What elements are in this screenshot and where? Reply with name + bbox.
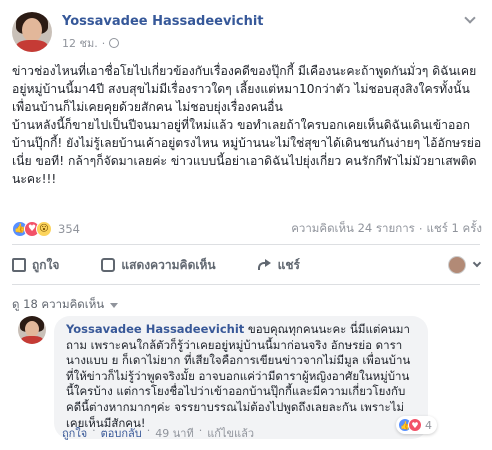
share-icon (257, 258, 272, 272)
post-actions: ถูกใจ แสดงความคิดเห็น แชร์ (12, 250, 482, 280)
comments-count[interactable]: ความคิดเห็น 24 รายการ (291, 220, 415, 238)
share-button[interactable]: แชร์ (257, 256, 300, 275)
comment-icon (101, 258, 116, 272)
share-label: แชร์ (277, 257, 300, 272)
globe-icon (109, 38, 120, 48)
reaction-icons[interactable]: 👍 ♥ 😮 (12, 221, 52, 237)
comment-text: ขอบคุณทุกคนนะคะ นี่มีแต่คนมาถาม เพราะคนใ… (66, 322, 411, 430)
post-text: ข่าวช่องไหนที่เอาชื่อโยไปเกี่ยวข้องกับเร… (12, 64, 482, 186)
separator-dot: · (198, 424, 203, 437)
comment-author[interactable]: Yossavadee Hassadeevichit (66, 322, 244, 336)
post-time[interactable]: 12 ชม. (62, 34, 98, 52)
author-name[interactable]: Yossavadee Hassadeevichit (62, 14, 264, 29)
comment-actions: ถูกใจ · ตอบกลับ · 49 นาที · แก้ไขแล้ว (62, 424, 254, 442)
comment-like-link[interactable]: ถูกใจ (62, 424, 87, 442)
view-comments-label: ดู 18 ความคิดเห็น (12, 297, 105, 311)
comment-reactions[interactable]: 👍 ♥ 4 (396, 416, 437, 434)
meta-dot: · (101, 36, 106, 50)
comment-time[interactable]: 49 นาที (155, 424, 193, 442)
viewer-avatar[interactable] (448, 256, 466, 274)
like-label: ถูกใจ (32, 257, 60, 272)
wow-reaction-icon: 😮 (36, 221, 52, 237)
divider (12, 244, 480, 245)
comment-reply-link[interactable]: ตอบกลับ (101, 424, 142, 442)
love-reaction-icon: ♥ (408, 418, 422, 432)
thumbs-up-icon (12, 258, 26, 272)
commenter-avatar[interactable] (18, 316, 46, 344)
separator-dot: · (92, 424, 96, 437)
like-button[interactable]: ถูกใจ (12, 256, 59, 275)
stats-dot: · (418, 222, 423, 236)
divider (12, 284, 480, 285)
shares-count[interactable]: แชร์ 1 ครั้ง (426, 220, 482, 238)
triangle-down-icon (110, 302, 119, 308)
author-avatar[interactable] (12, 12, 52, 52)
post-card: Yossavadee Hassadeevichit 12 ชม. · ข่าวช… (0, 0, 492, 450)
comment-label: แสดงความคิดเห็น (121, 257, 216, 272)
comment-bubble: Yossavadee Hassadeevichit ขอบคุณทุกคนนะค… (54, 316, 428, 440)
view-comments-link[interactable]: ดู 18 ความคิดเห็น (12, 296, 119, 314)
comment-button[interactable]: แสดงความคิดเห็น (101, 256, 216, 275)
reactions-count[interactable]: 354 (58, 222, 80, 236)
separator-dot: · (146, 424, 151, 437)
post-stats: 👍 ♥ 😮 354 ความคิดเห็น 24 รายการ · แชร์ 1… (12, 220, 482, 238)
comment-reactions-count: 4 (425, 418, 432, 432)
comment-edited[interactable]: แก้ไขแล้ว (207, 424, 254, 442)
post-meta: 12 ชม. · (62, 34, 120, 52)
chevron-down-icon[interactable] (472, 258, 482, 268)
chevron-down-icon[interactable] (464, 12, 476, 24)
